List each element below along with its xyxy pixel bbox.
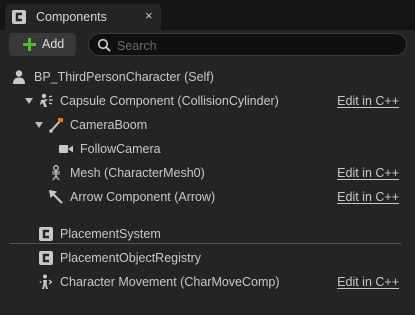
close-icon[interactable]: × — [145, 9, 157, 23]
tree-row-capsule-component[interactable]: Capsule Component (CollisionCylinder) Ed… — [0, 89, 403, 113]
toolbar: Add — [0, 30, 415, 62]
tree-row-root[interactable]: BP_ThirdPersonCharacter (Self) — [0, 65, 403, 89]
edit-in-cpp-link[interactable]: Edit in C++ — [337, 166, 399, 180]
tree-row-label: PlacementSystem — [60, 227, 161, 241]
edit-in-cpp-link[interactable]: Edit in C++ — [337, 190, 399, 204]
tree-row-arrow-component[interactable]: Arrow Component (Arrow) Edit in C++ — [0, 185, 403, 209]
edit-in-cpp-link[interactable]: Edit in C++ — [337, 94, 399, 108]
tab-title: Components — [36, 10, 107, 24]
skeletal-mesh-icon — [52, 165, 60, 181]
tree-row-label: Capsule Component (CollisionCylinder) — [60, 94, 279, 108]
tree-row-label: CameraBoom — [70, 118, 148, 132]
pawn-icon — [13, 70, 25, 84]
chevron-down-icon[interactable] — [24, 96, 34, 106]
blueprint-c-icon — [39, 251, 53, 265]
tab-components[interactable]: Components × — [5, 4, 161, 30]
add-button[interactable]: Add — [9, 33, 76, 56]
tree-row-placement-system[interactable]: PlacementSystem — [0, 222, 403, 246]
plus-icon — [23, 38, 36, 51]
search-input[interactable] — [115, 36, 399, 55]
tree-row-character-movement[interactable]: Character Movement (CharMoveComp) Edit i… — [0, 270, 403, 294]
tree-row-label: Character Movement (CharMoveComp) — [60, 275, 280, 289]
tree-row-label: Arrow Component (Arrow) — [70, 190, 216, 204]
capsule-icon — [40, 93, 53, 107]
tree-row-label: FollowCamera — [80, 142, 161, 156]
chevron-down-icon[interactable] — [34, 120, 44, 130]
tree-row-placement-object-registry[interactable]: PlacementObjectRegistry — [0, 246, 403, 270]
tree-row-label: PlacementObjectRegistry — [60, 251, 202, 265]
add-label: Add — [42, 37, 65, 51]
tree-row-mesh[interactable]: Mesh (CharacterMesh0) Edit in C++ — [0, 161, 403, 185]
arrow-icon — [49, 190, 63, 204]
blueprint-c-icon — [12, 10, 26, 24]
tree-row-label: Mesh (CharacterMesh0) — [70, 166, 205, 180]
search-icon — [97, 38, 111, 52]
character-movement-icon — [39, 274, 53, 289]
search-box[interactable] — [88, 33, 407, 56]
camera-icon — [59, 145, 73, 153]
components-panel: Add BP_ThirdPersonCharacter (Self) — [0, 30, 415, 315]
edit-in-cpp-link[interactable]: Edit in C++ — [337, 275, 399, 289]
tree-row-label: BP_ThirdPersonCharacter (Self) — [34, 70, 214, 84]
tree-row-camera-boom[interactable]: CameraBoom — [0, 113, 403, 137]
tree-row-follow-camera[interactable]: FollowCamera — [0, 137, 403, 161]
tab-bar: Components × — [0, 0, 415, 30]
blueprint-c-icon — [39, 227, 53, 241]
spring-arm-icon — [49, 118, 63, 133]
